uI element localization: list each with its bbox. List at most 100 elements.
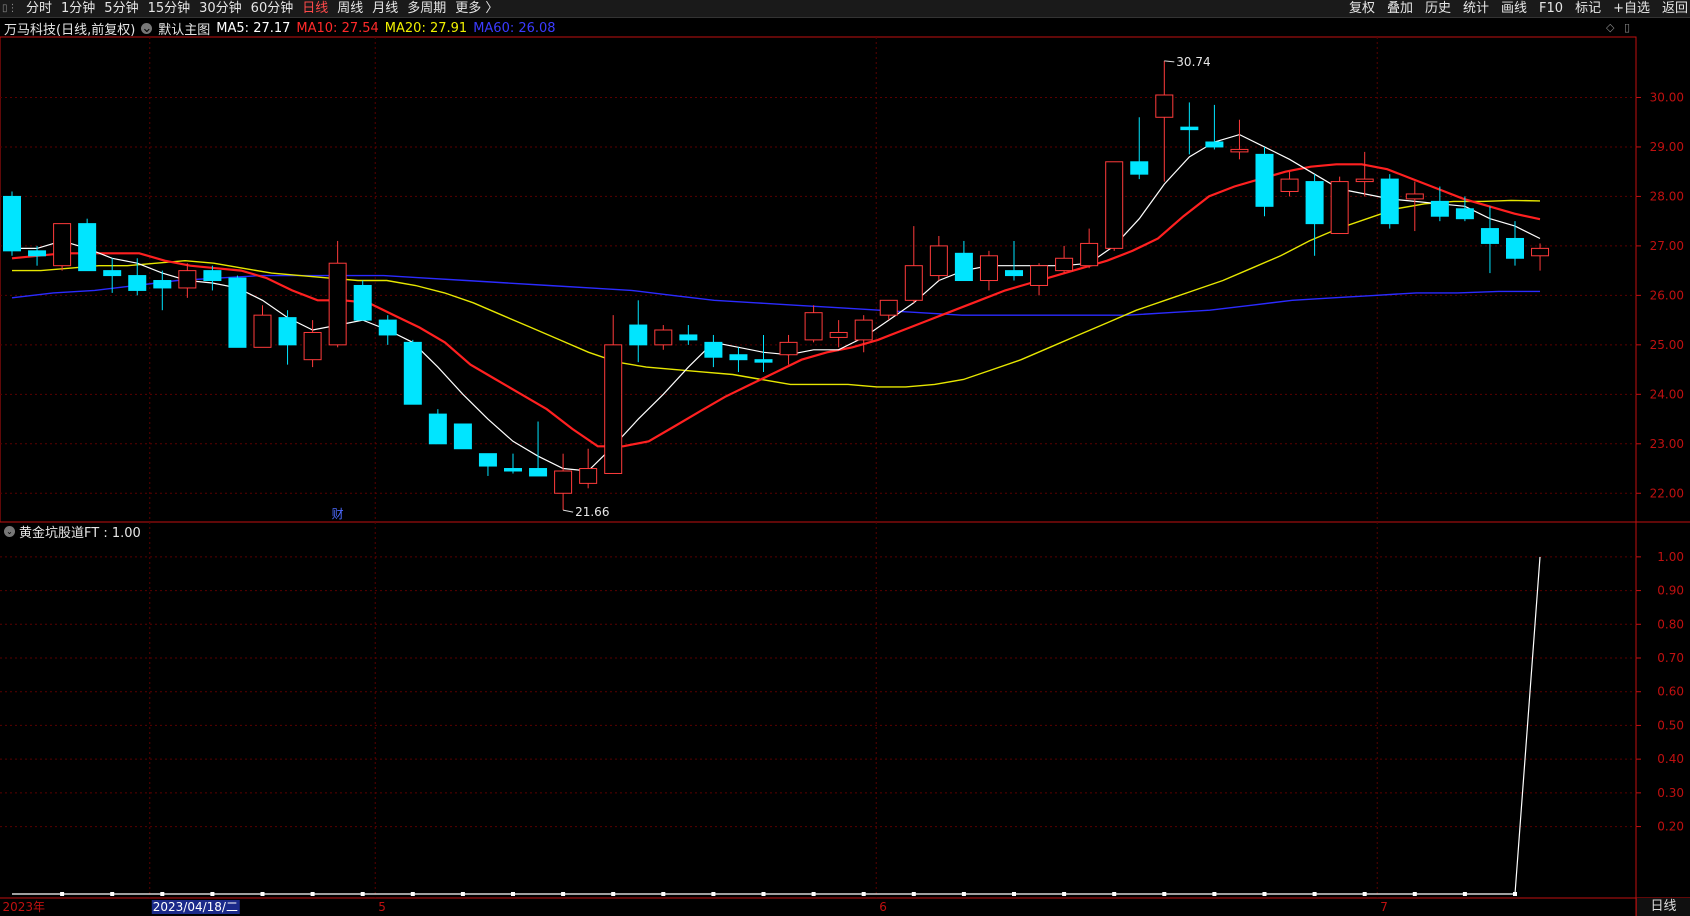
indicator-dot xyxy=(861,892,866,896)
candle xyxy=(1030,263,1049,296)
candle xyxy=(504,453,522,474)
indicator-dot xyxy=(310,892,315,896)
candle-body-up xyxy=(253,314,272,348)
period-indicator-label[interactable]: 日线 xyxy=(1636,898,1690,916)
candle-body-up xyxy=(929,245,948,277)
candle xyxy=(253,305,272,348)
candle-body-down xyxy=(278,317,297,346)
main-ytick-label: 26.00 xyxy=(1650,288,1684,302)
candle xyxy=(3,191,21,256)
candle-body-up xyxy=(1155,94,1174,118)
indicator-dot xyxy=(1262,892,1267,896)
candle-body-down xyxy=(78,223,97,272)
indicator-dot xyxy=(1412,892,1417,896)
candle-body-up xyxy=(779,341,798,356)
sub-ytick-label: 0.20 xyxy=(1657,820,1684,834)
candle-body-down xyxy=(1205,141,1224,148)
indicator-dot xyxy=(611,892,616,896)
candle-body-down xyxy=(428,413,447,445)
candle xyxy=(904,226,923,303)
candle-body-up xyxy=(854,319,873,341)
candle-body-down xyxy=(1506,237,1524,259)
candle-body-up xyxy=(1080,242,1099,267)
candle-body-down xyxy=(453,423,472,450)
candle-body-down xyxy=(28,250,47,257)
candle-body-up xyxy=(1280,178,1299,192)
candle xyxy=(679,325,698,345)
candle xyxy=(1205,104,1224,150)
indicator-dot xyxy=(561,892,566,896)
indicator-dot xyxy=(1513,892,1517,896)
indicator-dot xyxy=(1362,892,1367,896)
candle xyxy=(228,275,247,348)
x-axis-label: 2023/04/18/二 xyxy=(153,900,238,914)
candle xyxy=(879,299,898,321)
candle-body-down xyxy=(1005,270,1023,277)
candle-body-up xyxy=(328,262,347,346)
candle-body-up xyxy=(829,331,848,338)
candle-body-down xyxy=(1130,161,1149,175)
main-ytick-label: 30.00 xyxy=(1650,90,1684,104)
indicator-dot xyxy=(911,892,916,896)
indicator-dot xyxy=(961,892,966,896)
indicator-header: ⌄ 黄金坑股道FT : 1.00 xyxy=(4,522,141,541)
candle-body-up xyxy=(53,223,72,267)
indicator-dot xyxy=(1212,892,1217,896)
indicator-dot xyxy=(511,892,515,896)
candle-body-up xyxy=(654,329,673,346)
candle xyxy=(1531,243,1550,271)
main-ytick-label: 22.00 xyxy=(1650,486,1684,500)
candle-body-up xyxy=(303,331,322,361)
candle xyxy=(453,423,472,450)
indicator-settings-icon[interactable]: ⌄ xyxy=(4,526,15,537)
candle-body-down xyxy=(378,319,397,336)
candle xyxy=(328,240,347,348)
sub-ytick-label: 0.70 xyxy=(1657,651,1684,665)
indicator-dot xyxy=(1112,892,1117,896)
candle xyxy=(829,320,848,348)
candle-body-up xyxy=(178,270,197,289)
indicator-dot xyxy=(410,892,415,896)
candle xyxy=(654,325,673,350)
candle-body-down xyxy=(478,453,497,467)
indicator-dot xyxy=(110,892,115,896)
indicator-dot xyxy=(260,892,265,896)
candle-body-up xyxy=(604,344,623,474)
candle-body-down xyxy=(529,468,548,477)
candle-body-down xyxy=(3,195,21,252)
candle xyxy=(78,218,97,272)
candle xyxy=(53,223,72,271)
candle-body-down xyxy=(103,270,122,277)
candle xyxy=(579,448,598,489)
indicator-dot xyxy=(661,892,666,896)
main-ytick-label: 25.00 xyxy=(1650,338,1684,352)
indicator-dot xyxy=(1012,892,1016,896)
low-label: 21.66 xyxy=(575,505,609,519)
candle xyxy=(1005,240,1023,281)
candle-body-up xyxy=(1531,247,1550,257)
candle-body-down xyxy=(128,275,147,291)
candle-body-down xyxy=(1305,181,1324,225)
candle-body-down xyxy=(1180,126,1199,131)
candle-body-up xyxy=(1355,178,1374,183)
candle-body-up xyxy=(554,470,573,494)
candle-body-up xyxy=(579,468,598,484)
candle xyxy=(929,236,948,281)
candle xyxy=(979,250,998,291)
candle xyxy=(529,421,548,477)
indicator-dot xyxy=(761,892,766,896)
sub-ytick-label: 0.90 xyxy=(1657,584,1684,598)
candle-body-down xyxy=(1480,228,1499,244)
indicator-label: 黄金坑股道FT : 1.00 xyxy=(19,526,141,541)
candle-body-down xyxy=(228,277,247,348)
candle-body-up xyxy=(804,312,823,341)
indicator-dot xyxy=(711,892,716,896)
main-ytick-label: 23.00 xyxy=(1650,437,1684,451)
candle-body-down xyxy=(504,468,522,472)
candle-body-up xyxy=(1030,265,1049,286)
sub-ytick-label: 0.40 xyxy=(1657,752,1684,766)
candle xyxy=(1330,176,1349,235)
high-label: 30.74 xyxy=(1176,55,1210,69)
candle xyxy=(378,315,397,345)
candle xyxy=(1255,146,1274,217)
